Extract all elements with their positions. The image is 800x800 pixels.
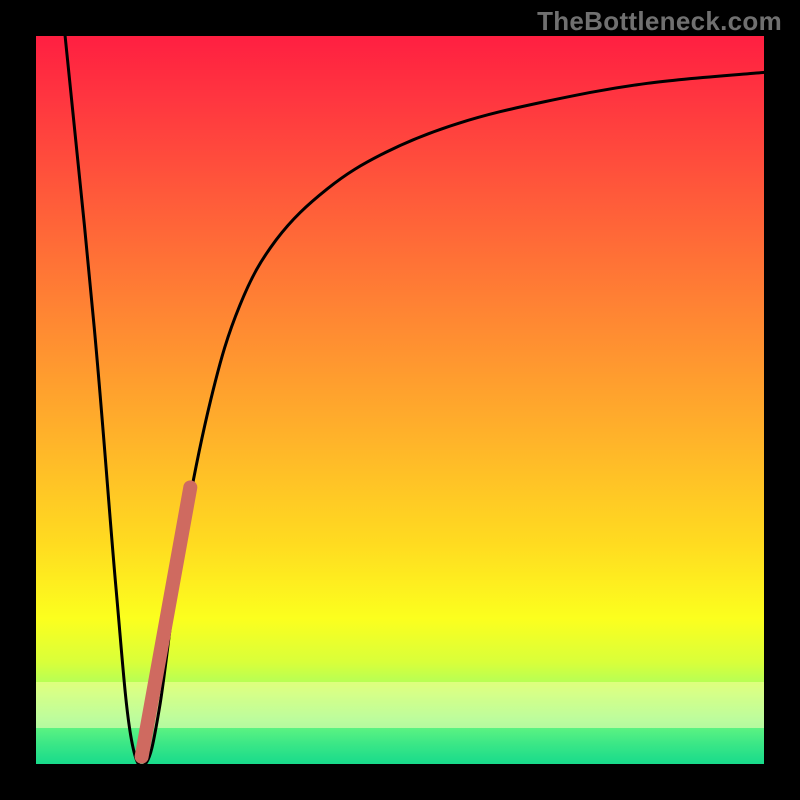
chart-frame: TheBottleneck.com — [0, 0, 800, 800]
main-curve — [65, 36, 764, 766]
chart-svg — [36, 36, 764, 764]
watermark: TheBottleneck.com — [537, 6, 782, 37]
accent-segment — [142, 487, 191, 756]
plot-area — [36, 36, 764, 764]
